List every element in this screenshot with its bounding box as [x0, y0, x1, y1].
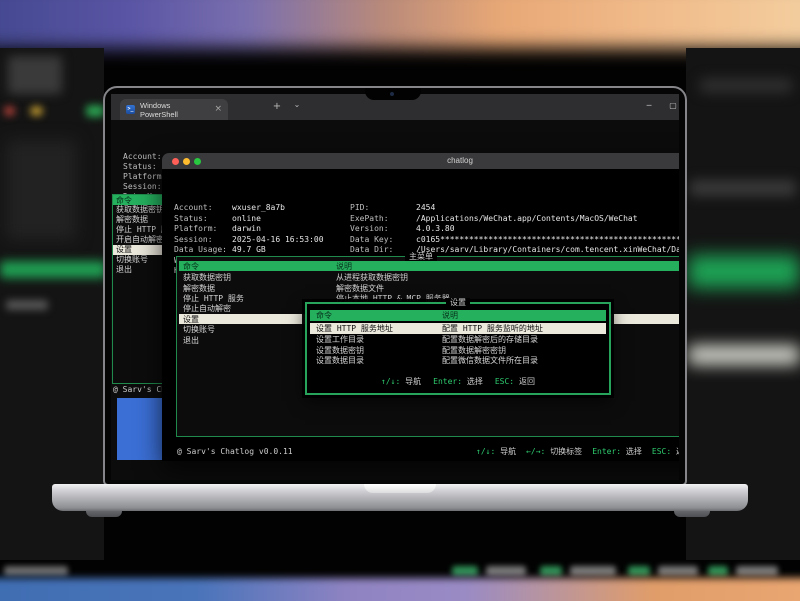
- blurred-text-block: [700, 78, 792, 93]
- key-hint: ESC: 返回: [495, 376, 535, 387]
- tab-dropdown-icon[interactable]: ⌄: [289, 98, 305, 112]
- blurred-green-bar-left: [0, 261, 106, 278]
- chatlog-status-bar: @ Sarv's Chatlog v0.0.11 ↑/↓: 导航 ←/→: 切换标…: [162, 446, 679, 458]
- info-row: ExePath:/Applications/WeChat.app/Content…: [350, 214, 679, 225]
- blurred-statusbar-text: [570, 566, 616, 576]
- settings-item[interactable]: 设置数据密钥配置数据解密密钥: [310, 345, 606, 356]
- blurred-traffic-red: [4, 106, 15, 116]
- info-row: Session:2025-04-16 16:53:00: [174, 235, 348, 246]
- blurred-traffic-yellow: [30, 106, 43, 116]
- info-row: Version:4.0.3.80: [350, 224, 679, 235]
- main-menu-title: 主菜单: [405, 252, 437, 261]
- key-hint: Enter: 选择: [592, 446, 642, 458]
- camera-notch: [365, 88, 421, 100]
- lid-groove: [364, 484, 436, 493]
- blurred-green-bar-right: [688, 255, 800, 288]
- blurred-statusbar-text: [736, 566, 778, 576]
- menu-item[interactable]: 解密数据解密数据文件: [179, 283, 679, 293]
- info-row: Platform:darwin: [174, 224, 348, 235]
- key-hint: Enter: 选择: [433, 376, 483, 387]
- close-traffic-light-icon[interactable]: [172, 158, 179, 165]
- settings-item[interactable]: 设置 HTTP 服务地址配置 HTTP 服务监听的地址: [310, 323, 606, 334]
- blurred-statusbar-text: [486, 566, 526, 576]
- powershell-tab-title: Windows PowerShell: [140, 101, 209, 119]
- blurred-statusbar-text: [628, 566, 650, 576]
- chatlog-window-title: chatlog: [162, 153, 679, 169]
- blurred-statusbar-text: [658, 566, 698, 576]
- blurred-traffic-green: [86, 105, 104, 117]
- info-row: Data Usage:49.7 GB: [174, 245, 348, 256]
- desktop-scene: >_ Windows PowerShell × + ⌄ ─ ▢ Account:…: [0, 0, 800, 601]
- laptop-screen: >_ Windows PowerShell × + ⌄ ─ ▢ Account:…: [103, 86, 687, 486]
- status-key-hints: ↑/↓: 导航 ←/→: 切换标签 Enter: 选择 ESC: 返回: [476, 446, 679, 458]
- zoom-traffic-light-icon[interactable]: [194, 158, 201, 165]
- settings-dialog-title: 设置: [446, 298, 470, 307]
- menu-item[interactable]: 获取数据密钥从进程获取数据密钥: [179, 273, 679, 283]
- blurred-text-block: [6, 300, 48, 310]
- main-menu-header: 命令 说明: [179, 261, 679, 271]
- info-row: Data Key:c0165**************************…: [350, 235, 679, 246]
- blurred-wallpaper-top: [0, 0, 800, 48]
- key-hint: ↑/↓: 导航: [381, 376, 421, 387]
- blurred-text-block: [8, 56, 62, 94]
- blurred-text-block: [6, 140, 76, 240]
- chatlog-window: chatlog Account:wxuser_8a7bStatus:online…: [162, 153, 679, 461]
- powershell-tab[interactable]: >_ Windows PowerShell ×: [120, 99, 228, 120]
- tab-close-icon[interactable]: ×: [214, 105, 222, 114]
- blurred-statusbar-text: [540, 566, 562, 576]
- settings-header: 命令 说明: [310, 310, 606, 321]
- column-command: 命令: [179, 261, 336, 272]
- key-hint: ESC: 返回: [652, 446, 679, 458]
- key-hint: ↑/↓: 导航: [476, 446, 516, 458]
- new-tab-button[interactable]: +: [269, 100, 285, 114]
- key-hint: ←/→: 切换标签: [526, 446, 582, 458]
- minimize-traffic-light-icon[interactable]: [183, 158, 190, 165]
- blurred-white-bar-right: [688, 345, 800, 365]
- blurred-taskbar-gradient: [0, 578, 800, 601]
- blurred-text-block: [690, 180, 796, 196]
- laptop-display: >_ Windows PowerShell × + ⌄ ─ ▢ Account:…: [111, 94, 679, 480]
- column-description: 说明: [336, 261, 352, 272]
- blurred-statusbar-text: [452, 566, 478, 576]
- laptop-base: [52, 484, 748, 511]
- column-description: 说明: [442, 310, 458, 321]
- blurred-statusbar-text: [4, 566, 68, 576]
- blurred-statusbar-text: [708, 566, 728, 576]
- chatlog-titlebar: chatlog: [162, 153, 679, 169]
- info-row: Status:online: [174, 214, 348, 225]
- settings-item[interactable]: 设置数据目录配置微信数据文件所在目录: [310, 355, 606, 366]
- info-row: PID:2454: [350, 203, 679, 214]
- settings-dialog: 设置 命令 说明 设置 HTTP 服务地址配置 HTTP 服务监听的地址设置工作…: [305, 302, 611, 395]
- column-command: 命令: [310, 310, 442, 321]
- info-row: Data Dir:/Users/sarv/Library/Containers/…: [350, 245, 679, 256]
- camera-icon: [390, 92, 394, 96]
- settings-rows: 设置 HTTP 服务地址配置 HTTP 服务监听的地址设置工作目录配置数据解密后…: [310, 323, 606, 366]
- info-row: Account:wxuser_8a7b: [174, 203, 348, 214]
- maximize-button[interactable]: ▢: [663, 98, 679, 114]
- powershell-icon: >_: [126, 105, 135, 114]
- app-version-text: @ Sarv's Chatlog v0.0.11: [177, 446, 293, 458]
- minimize-button[interactable]: ─: [639, 98, 659, 114]
- settings-item[interactable]: 设置工作目录配置数据解密后的存储目录: [310, 334, 606, 345]
- blue-panel: [117, 398, 167, 460]
- settings-footer: ↑/↓: 导航 Enter: 选择 ESC: 返回: [307, 376, 609, 387]
